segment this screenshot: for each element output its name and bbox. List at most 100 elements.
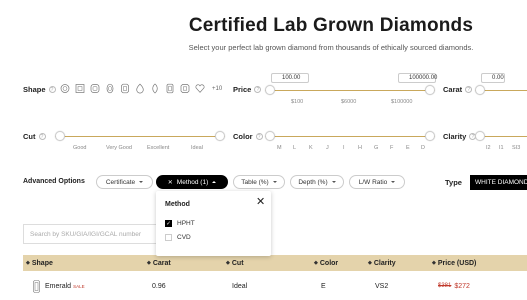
price-slider-min-handle[interactable] — [265, 85, 275, 95]
sort-icon: ◆ — [314, 260, 318, 266]
carat-column-header[interactable]: ◆ Carat — [147, 255, 171, 271]
radiant-icon[interactable] — [120, 83, 130, 94]
shape-value: Emerald — [45, 282, 72, 290]
heart-icon[interactable] — [195, 83, 205, 94]
method-filter-popup: Method ✕ ✓ HPHT CVD — [156, 191, 271, 256]
carat-min-input[interactable]: 0.00 — [481, 73, 505, 83]
shape-column-header[interactable]: ◆ Shape — [26, 255, 53, 271]
cut-help-icon[interactable]: ? — [38, 133, 46, 140]
lw-ratio-filter-label: L/W Ratio — [358, 178, 388, 186]
color-slider-track — [265, 135, 435, 137]
cut-slider-min-handle[interactable] — [55, 131, 65, 141]
color-tick: K — [309, 145, 313, 151]
price-max-input[interactable]: 100000.00 — [398, 73, 437, 83]
carat-slider-min-handle[interactable] — [475, 85, 485, 95]
certificate-filter-label: Certificate — [105, 178, 136, 186]
table-filter-button[interactable]: Table (%) — [233, 175, 285, 189]
clarity-label: Clarity — [443, 132, 467, 141]
clarity-tick: I2 — [486, 145, 491, 151]
cut-tick: Ideal — [191, 145, 203, 151]
depth-filter-label: Depth (%) — [298, 178, 328, 186]
color-slider[interactable] — [265, 131, 435, 141]
color-column-header[interactable]: ◆ Color — [314, 255, 338, 271]
page-title: Certified Lab Grown Diamonds — [188, 15, 474, 36]
clarity-slider-min-handle[interactable] — [475, 131, 485, 141]
price-tick: $6000 — [341, 99, 357, 105]
cut-tick: Very Good — [106, 145, 132, 151]
price-tick: $100 — [291, 99, 304, 105]
color-slider-max-handle[interactable] — [425, 131, 435, 141]
cut-column-header[interactable]: ◆ Cut — [226, 255, 244, 271]
cvd-checkbox[interactable] — [165, 234, 172, 241]
price-slider[interactable] — [265, 85, 435, 95]
price-slider-track — [265, 89, 435, 91]
oval-icon[interactable] — [105, 83, 115, 94]
color-tick: F — [390, 145, 394, 151]
price-filter-label: Price ? — [233, 85, 262, 94]
lw-ratio-filter-button[interactable]: L/W Ratio — [349, 175, 405, 189]
method-option-cvd[interactable]: CVD — [165, 234, 191, 241]
type-select[interactable]: WHITE DIAMONDS — [470, 175, 527, 190]
table-row[interactable]: Emerald SALE 0.96 Ideal E VS2 $381 $272 — [23, 275, 527, 297]
clear-method-icon[interactable]: ✕ — [168, 179, 173, 186]
cut-slider[interactable] — [55, 131, 225, 141]
shape-cell: Emerald SALE — [33, 275, 85, 297]
cut-filter-label: Cut ? — [23, 132, 46, 141]
carat-help-icon[interactable]: ? — [465, 86, 473, 93]
price-slider-max-handle[interactable] — [425, 85, 435, 95]
chevron-down-icon — [331, 181, 336, 183]
asscher-icon[interactable] — [180, 83, 190, 94]
price-help-icon[interactable]: ? — [254, 86, 262, 93]
clarity-column-header[interactable]: ◆ Clarity — [368, 255, 396, 271]
price-column-header[interactable]: ◆ Price (USD) — [432, 255, 476, 271]
close-icon[interactable]: ✕ — [256, 197, 265, 208]
emerald-shape-icon[interactable] — [165, 83, 175, 94]
color-tick: H — [358, 145, 362, 151]
color-tick: E — [406, 145, 410, 151]
color-help-icon[interactable]: ? — [255, 133, 263, 140]
type-label: Type — [445, 178, 462, 187]
clarity-slider[interactable] — [475, 131, 527, 141]
hpht-checkbox[interactable]: ✓ — [165, 220, 172, 227]
chevron-down-icon — [272, 181, 277, 183]
results-table-header: ◆ Shape ◆ Carat ◆ Cut ◆ Color ◆ Clarity ◆ Pric… — [23, 255, 527, 271]
price-label: Price — [233, 85, 252, 94]
cut-label: Cut — [23, 132, 36, 141]
marquise-icon[interactable] — [150, 83, 160, 94]
sort-icon: ◆ — [26, 260, 30, 266]
carat-cell: 0.96 — [152, 282, 166, 290]
emerald-icon — [33, 279, 40, 293]
method-popup-title: Method — [165, 201, 190, 208]
price-min-input[interactable]: 100.00 — [271, 73, 309, 83]
original-price: $381 — [438, 283, 452, 289]
cvd-label: CVD — [177, 234, 191, 241]
more-shapes-button[interactable]: +10 — [212, 86, 222, 92]
certificate-filter-button[interactable]: Certificate — [96, 175, 153, 189]
color-tick: J — [326, 145, 329, 151]
method-option-hphp[interactable]: ✓ HPHT — [165, 220, 195, 227]
sale-badge: SALE — [73, 283, 85, 289]
shape-help-icon[interactable]: ? — [48, 86, 56, 93]
carat-label: Carat — [443, 85, 463, 94]
princess-icon[interactable] — [75, 83, 85, 94]
advanced-options-label: Advanced Options — [23, 178, 85, 185]
color-tick: M — [277, 145, 282, 151]
search-input[interactable] — [23, 224, 163, 244]
pear-icon[interactable] — [135, 83, 145, 94]
clarity-tick: SI3 — [512, 145, 521, 151]
sort-icon: ◆ — [226, 260, 230, 266]
sort-icon: ◆ — [432, 260, 436, 266]
cut-slider-max-handle[interactable] — [215, 131, 225, 141]
carat-slider[interactable] — [475, 85, 527, 95]
round-icon[interactable] — [60, 83, 70, 94]
color-cell: E — [321, 282, 326, 290]
carat-filter-label: Carat ? — [443, 85, 473, 94]
sort-icon: ◆ — [147, 260, 151, 266]
method-filter-button[interactable]: ✕ Method (1) — [156, 175, 228, 189]
cut-tick: Good — [73, 145, 87, 151]
depth-filter-button[interactable]: Depth (%) — [290, 175, 344, 189]
clarity-cell: VS2 — [375, 282, 389, 290]
color-filter-label: Color ? — [233, 132, 263, 141]
cushion-icon[interactable] — [90, 83, 100, 94]
color-slider-min-handle[interactable] — [265, 131, 275, 141]
